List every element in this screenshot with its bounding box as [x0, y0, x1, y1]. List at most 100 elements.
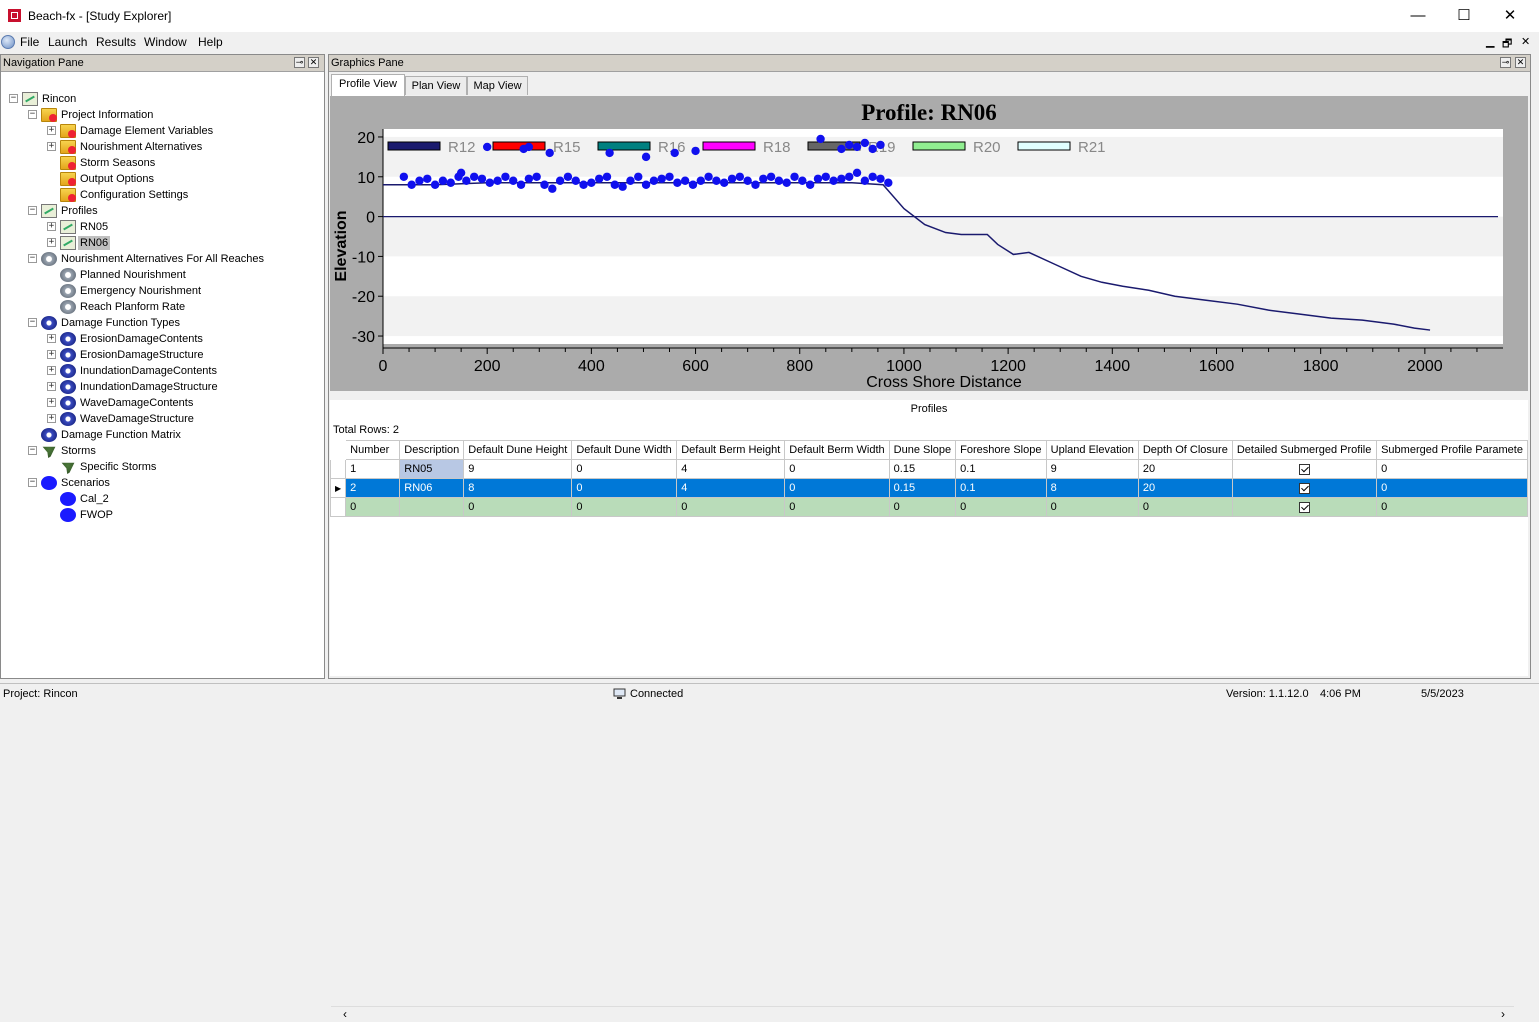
tab-plan-view[interactable]: Plan View — [405, 76, 467, 95]
table-cell[interactable]: 20 — [1137, 459, 1233, 479]
expand-icon[interactable]: + — [47, 238, 56, 247]
menu-results[interactable]: Results — [96, 35, 136, 49]
menu-help[interactable]: Help — [198, 35, 223, 49]
table-cell[interactable]: 0 — [1376, 497, 1528, 517]
pin-icon[interactable]: ⊸ — [294, 57, 305, 68]
profile-chart[interactable]: Profile: RN06 R12R15R16R18R19R20R21 -30-… — [330, 96, 1528, 391]
column-header[interactable]: Foreshore Slope — [955, 440, 1047, 460]
column-header[interactable]: Upland Elevation — [1045, 440, 1139, 460]
table-cell-checkbox[interactable] — [1231, 497, 1378, 517]
menu-file[interactable]: File — [20, 35, 39, 49]
profiles-table[interactable]: Number Description Default Dune Height Defa… — [329, 440, 1528, 517]
scroll-left-icon[interactable]: ‹ — [343, 1007, 347, 1021]
table-cell[interactable]: 4 — [676, 478, 786, 498]
pin-icon[interactable]: ⊸ — [1500, 57, 1511, 68]
menu-launch[interactable]: Launch — [48, 35, 87, 49]
table-cell[interactable] — [399, 497, 465, 517]
table-cell[interactable]: 0 — [571, 459, 678, 479]
expand-icon[interactable]: + — [47, 350, 56, 359]
mdi-close-button[interactable]: ✕ — [1521, 35, 1530, 48]
table-cell[interactable]: 4 — [676, 459, 786, 479]
x-tick-label: 1000 — [886, 358, 922, 375]
table-cell[interactable]: 0 — [1045, 497, 1139, 517]
mdi-restore-button[interactable]: 🗗 — [1502, 35, 1512, 54]
table-cell[interactable]: 0 — [955, 497, 1047, 517]
column-header[interactable]: Number — [345, 440, 401, 460]
row-selector[interactable] — [329, 459, 347, 479]
expand-icon[interactable]: + — [47, 126, 56, 135]
tab-map-view[interactable]: Map View — [467, 76, 528, 95]
expand-icon[interactable]: + — [47, 222, 56, 231]
table-cell[interactable]: 0.15 — [888, 459, 957, 479]
expand-icon[interactable]: + — [47, 398, 56, 407]
minimize-button[interactable]: — — [1395, 4, 1441, 28]
close-button[interactable]: ✕ — [1487, 4, 1533, 28]
collapse-icon[interactable]: − — [9, 94, 18, 103]
collapse-icon[interactable]: − — [28, 254, 37, 263]
detailed-submerged-checkbox[interactable] — [1298, 501, 1310, 513]
column-header[interactable]: Submerged Profile Paramete — [1376, 440, 1528, 460]
table-cell[interactable]: 0 — [676, 497, 786, 517]
expand-icon[interactable]: + — [47, 382, 56, 391]
column-header[interactable]: Default Berm Height — [676, 440, 786, 460]
table-row[interactable]: 0000000000 — [329, 497, 1528, 517]
table-cell[interactable]: 0.1 — [955, 459, 1047, 479]
table-cell[interactable]: 9 — [463, 459, 573, 479]
column-header[interactable]: Default Dune Height — [463, 440, 573, 460]
table-cell-checkbox[interactable] — [1231, 478, 1378, 498]
table-cell[interactable]: 0 — [571, 497, 678, 517]
tab-profile-view[interactable]: Profile View — [331, 74, 405, 96]
table-cell[interactable]: 0 — [784, 459, 890, 479]
column-header[interactable]: Description — [399, 440, 465, 460]
vertical-scrollbar[interactable] — [1515, 745, 1529, 1021]
column-header[interactable]: Default Dune Width — [571, 440, 678, 460]
detailed-submerged-checkbox[interactable] — [1298, 482, 1310, 494]
column-header[interactable]: Default Berm Width — [784, 440, 890, 460]
row-selector[interactable] — [329, 497, 347, 517]
mdi-minimize-button[interactable]: ▁ — [1486, 35, 1494, 48]
close-pane-icon[interactable]: ✕ — [308, 57, 319, 68]
collapse-icon[interactable]: − — [28, 318, 37, 327]
expand-icon[interactable]: + — [47, 334, 56, 343]
table-cell[interactable]: 0 — [784, 478, 890, 498]
mdi-document-icon[interactable] — [1, 35, 15, 49]
table-cell[interactable]: 0 — [345, 497, 401, 517]
table-cell[interactable]: 20 — [1137, 478, 1233, 498]
collapse-icon[interactable]: − — [28, 110, 37, 119]
table-cell[interactable]: 0 — [463, 497, 573, 517]
table-cell[interactable]: 2 — [345, 478, 401, 498]
table-cell[interactable]: 0.1 — [955, 478, 1047, 498]
maximize-button[interactable]: ☐ — [1441, 4, 1487, 28]
collapse-icon[interactable]: − — [28, 206, 37, 215]
table-cell[interactable]: 0 — [1137, 497, 1233, 517]
table-cell[interactable]: 0 — [1376, 478, 1528, 498]
menu-window[interactable]: Window — [144, 35, 187, 49]
table-cell[interactable]: 0 — [1376, 459, 1528, 479]
expand-icon[interactable]: + — [47, 366, 56, 375]
table-cell[interactable]: 0 — [784, 497, 890, 517]
column-header[interactable]: Dune Slope — [888, 440, 957, 460]
table-cell[interactable]: 0.15 — [888, 478, 957, 498]
expand-icon[interactable]: + — [47, 142, 56, 151]
collapse-icon[interactable]: − — [28, 446, 37, 455]
table-cell[interactable]: 0 — [888, 497, 957, 517]
table-row[interactable]: ▶ 2 RN06 8 0 4 0 0.15 0.1 8 20 0 — [329, 478, 1528, 498]
collapse-icon[interactable]: − — [28, 478, 37, 487]
table-cell[interactable]: 0 — [571, 478, 678, 498]
column-header[interactable]: Depth Of Closure — [1137, 440, 1233, 460]
table-row[interactable]: 1 RN05 9 0 4 0 0.15 0.1 9 20 0 — [329, 459, 1528, 479]
scroll-right-icon[interactable]: › — [1501, 1007, 1505, 1021]
column-header[interactable]: Detailed Submerged Profile — [1231, 440, 1378, 460]
expand-icon[interactable]: + — [47, 414, 56, 423]
table-cell[interactable]: RN06 — [399, 478, 465, 498]
close-pane-icon[interactable]: ✕ — [1515, 57, 1526, 68]
table-cell[interactable]: 8 — [1045, 478, 1139, 498]
table-cell[interactable]: 1 — [345, 459, 401, 479]
table-cell[interactable]: RN05 — [399, 459, 465, 479]
detailed-submerged-checkbox[interactable] — [1298, 463, 1310, 475]
table-cell[interactable]: 9 — [1045, 459, 1139, 479]
row-selector[interactable]: ▶ — [329, 478, 347, 498]
table-cell[interactable]: 8 — [463, 478, 573, 498]
table-cell-checkbox[interactable] — [1231, 459, 1378, 479]
horizontal-scrollbar[interactable]: ‹ › — [331, 1006, 1514, 1022]
